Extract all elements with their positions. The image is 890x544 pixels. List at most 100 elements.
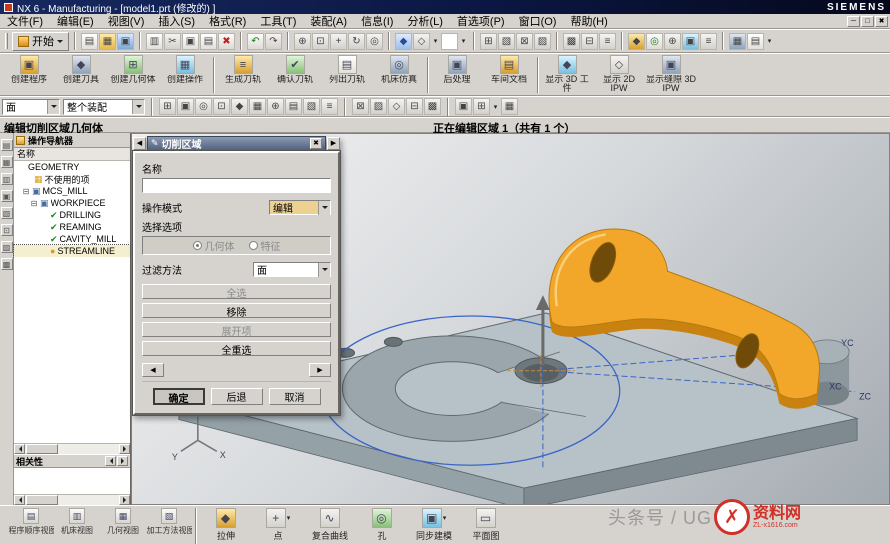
restore-button[interactable]: □ xyxy=(861,16,874,27)
selection-toolbar-icon[interactable]: ▣ xyxy=(455,98,472,115)
name-column-header[interactable]: 名称 xyxy=(14,148,130,161)
selection-toolbar-icon[interactable]: ▧ xyxy=(303,98,320,115)
dialog-title-bar[interactable]: ✎ 切削区域 ✖ xyxy=(147,136,326,151)
chevron-down-icon[interactable] xyxy=(47,100,59,114)
selection-toolbar-icon[interactable]: ≡ xyxy=(321,98,338,115)
expand-icon[interactable]: ⊟ xyxy=(22,187,30,196)
toolbar-icon[interactable]: ▩ xyxy=(563,33,580,50)
chevron-down-icon[interactable]: ▾ xyxy=(287,514,291,522)
resource-tab[interactable]: ▧ xyxy=(1,207,13,219)
resource-tab[interactable]: ⊡ xyxy=(1,224,13,236)
selection-toolbar-icon[interactable]: ◎ xyxy=(195,98,212,115)
toolbar-icon[interactable]: ◎ xyxy=(366,33,383,50)
scrollbar-thumb[interactable] xyxy=(26,444,58,454)
chevron-down-icon[interactable] xyxy=(318,263,330,277)
tree-item[interactable]: ● STREAMLINE xyxy=(14,245,130,257)
close-button[interactable]: ✖ xyxy=(875,16,888,27)
resource-tab[interactable]: ▦ xyxy=(1,156,13,168)
toolbar-icon[interactable]: ▧ xyxy=(498,33,515,50)
menu-item[interactable]: 窗口(O) xyxy=(512,13,564,29)
pager-next-button[interactable]: ▶ xyxy=(309,363,331,377)
toolbar-icon[interactable]: ⊞ xyxy=(480,33,497,50)
mode-dropdown[interactable]: 编辑 xyxy=(269,200,331,215)
chevron-down-icon[interactable] xyxy=(318,201,330,215)
toolbar-icon[interactable]: ▣ xyxy=(182,33,199,50)
selection-toolbar-icon[interactable]: ▤ xyxy=(285,98,302,115)
collapse-left-icon[interactable] xyxy=(105,456,116,466)
toolbar-icon[interactable]: ⊕ xyxy=(294,33,311,50)
selection-filter-dropdown[interactable]: 面 xyxy=(2,99,60,115)
menu-item[interactable]: 信息(I) xyxy=(354,13,400,29)
toolbar-icon[interactable]: ▣ xyxy=(117,33,134,50)
tree-item[interactable]: ✔ REAMING xyxy=(14,221,130,233)
toolbar-icon[interactable]: ◆ xyxy=(628,33,645,50)
ribbon-button[interactable]: ◇ 显示 2D IPW xyxy=(594,55,644,95)
ok-button[interactable]: 确定 xyxy=(153,388,205,405)
ribbon-button[interactable]: ◆ 创建刀具 xyxy=(56,55,106,95)
scrollbar-thumb[interactable] xyxy=(26,495,58,505)
cancel-button[interactable]: 取消 xyxy=(269,388,321,405)
dialog-action-button[interactable]: 移除 xyxy=(142,303,331,318)
expand-icon[interactable]: ⊟ xyxy=(30,199,38,208)
chevron-down-icon[interactable] xyxy=(132,100,144,114)
selection-scope-dropdown[interactable]: 整个装配 xyxy=(63,99,145,115)
dialog-action-button[interactable]: 展开项 xyxy=(142,322,331,337)
minimize-button[interactable]: ─ xyxy=(847,16,860,27)
scroll-left-icon[interactable] xyxy=(14,444,25,454)
menu-item[interactable]: 首选项(P) xyxy=(450,13,512,29)
geometry-radio[interactable]: 几何体 xyxy=(193,238,235,253)
selection-toolbar-icon[interactable]: ⊟ xyxy=(406,98,423,115)
feature-radio[interactable]: 特征 xyxy=(249,238,281,253)
toolbar-icon[interactable]: ◎ xyxy=(646,33,663,50)
dialog-prev-button[interactable]: ◀ xyxy=(133,137,146,150)
tree-item[interactable]: ✔ DRILLING xyxy=(14,209,130,221)
dialog-action-button[interactable]: 全重选 xyxy=(142,341,331,356)
ribbon-button[interactable]: ▣ 显示缝隙 3D IPW xyxy=(646,55,696,95)
toolbar-icon[interactable]: ▦ xyxy=(99,33,116,50)
feature-tool-button[interactable]: ∿ 复合曲线 xyxy=(304,508,356,542)
selection-toolbar-icon[interactable]: ▦ xyxy=(249,98,266,115)
ribbon-button[interactable]: ⊞ 创建几何体 xyxy=(108,55,158,95)
toolbar-icon[interactable]: ▣ xyxy=(682,33,699,50)
back-button[interactable]: 后退 xyxy=(211,388,263,405)
dependencies-panel-header[interactable]: 相关性 xyxy=(14,454,130,468)
toolbar-icon[interactable]: ▦ xyxy=(729,33,746,50)
toolbar-icon[interactable]: ▤ xyxy=(200,33,217,50)
menu-item[interactable]: 分析(L) xyxy=(400,13,449,29)
toolbar-icon[interactable]: ▤ xyxy=(747,33,764,50)
toolbar-icon[interactable]: ↷ xyxy=(265,33,282,50)
chevron-down-icon[interactable]: ▾ xyxy=(443,514,447,522)
toolbar-icon[interactable]: ⊠ xyxy=(516,33,533,50)
resource-tab[interactable]: ▩ xyxy=(1,258,13,270)
menu-item[interactable]: 文件(F) xyxy=(0,13,50,29)
name-input[interactable] xyxy=(142,178,331,193)
resource-tab[interactable]: ▥ xyxy=(1,173,13,185)
menu-item[interactable]: 插入(S) xyxy=(151,13,202,29)
selection-toolbar-icon[interactable]: ◆ xyxy=(231,98,248,115)
ribbon-button[interactable]: ▦ 创建操作 xyxy=(160,55,210,95)
feature-tool-button[interactable]: ◎ 孔 xyxy=(356,508,408,542)
selection-toolbar-icon[interactable]: ▩ xyxy=(424,98,441,115)
selection-toolbar-icon[interactable]: ⊞ xyxy=(473,98,490,115)
selection-toolbar-icon[interactable]: ▾ xyxy=(491,98,500,115)
toolbar-icon[interactable]: ≡ xyxy=(700,33,717,50)
tree-item[interactable]: ✔ CAVITY_MILL xyxy=(14,233,130,245)
navigator-view-button[interactable]: ▥ 机床视图 xyxy=(54,508,100,536)
filter-method-dropdown[interactable]: 面 xyxy=(253,262,331,277)
tree-item[interactable]: GEOMETRY xyxy=(14,161,130,173)
ribbon-button[interactable]: ▣ 后处理 xyxy=(432,55,482,95)
toolbar-icon[interactable]: ↻ xyxy=(348,33,365,50)
scroll-right-icon[interactable] xyxy=(119,495,130,505)
feature-tool-button[interactable]: ▭ 平面图 xyxy=(460,508,512,542)
ribbon-button[interactable]: ▤ 列出刀轨 xyxy=(322,55,372,95)
navigator-view-button[interactable]: ▧ 加工方法视图 xyxy=(146,508,192,536)
collapse-right-icon[interactable] xyxy=(117,456,128,466)
toolbar-icon[interactable]: ✂ xyxy=(164,33,181,50)
toolbar-icon[interactable]: ≡ xyxy=(599,33,616,50)
toolbar-icon[interactable]: ▾ xyxy=(431,33,440,50)
ribbon-button[interactable]: ▣ 创建程序 xyxy=(4,55,54,95)
navigator-header[interactable]: 操作导航器 xyxy=(14,133,130,148)
navigator-view-button[interactable]: ▤ 程序顺序视图 xyxy=(8,508,54,536)
tree-item[interactable]: ⊟ ▣ MCS_MILL xyxy=(14,185,130,197)
toolbar-icon[interactable]: ✖ xyxy=(218,33,235,50)
